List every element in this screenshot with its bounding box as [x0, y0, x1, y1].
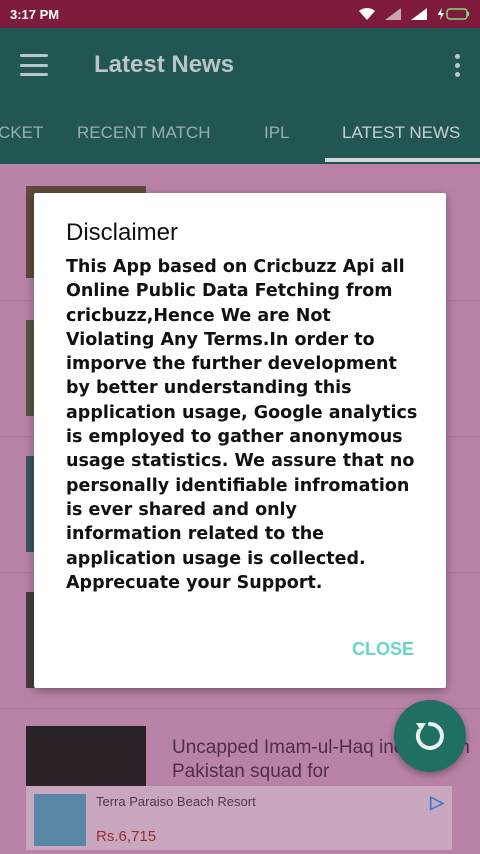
signal-icon-2: [411, 8, 427, 20]
ad-choices-icon[interactable]: ▷: [430, 792, 444, 813]
signal-icon: [385, 8, 401, 20]
ad-title: Terra Paraiso Beach Resort: [96, 794, 256, 809]
ad-banner[interactable]: Terra Paraiso Beach Resort Rs.6,715 ▷: [26, 786, 452, 850]
refresh-icon: [415, 722, 444, 750]
close-button[interactable]: CLOSE: [352, 639, 414, 660]
status-icons: [358, 7, 470, 21]
ad-price: Rs.6,715: [96, 828, 157, 845]
status-time: 3:17 PM: [10, 6, 60, 22]
refresh-button[interactable]: [394, 700, 466, 772]
ad-image: [34, 794, 86, 846]
dialog-title: Disclaimer: [66, 219, 179, 246]
dialog-message: This App based on Cricbuzz Api all Onlin…: [66, 257, 418, 593]
disclaimer-dialog: Disclaimer This App based on Cricbuzz Ap…: [34, 193, 446, 688]
wifi-icon: [359, 7, 375, 20]
battery-icon: [438, 8, 469, 20]
status-bar: 3:17 PM: [0, 0, 480, 28]
